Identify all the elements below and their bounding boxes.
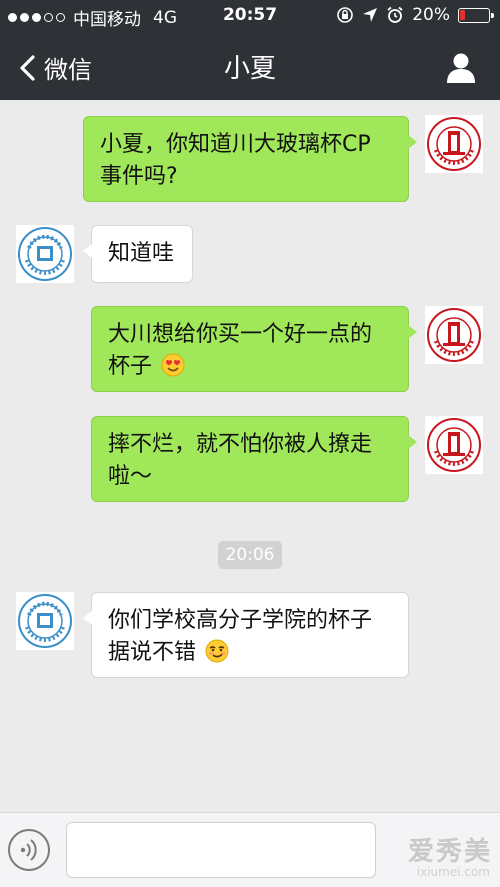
- sichuan-university-logo[interactable]: [425, 115, 483, 173]
- sichuan-university-seal-icon: [427, 117, 481, 171]
- message-line-with-emoji: 据说不错: [108, 637, 394, 669]
- smirk-emoji: [205, 639, 229, 663]
- input-bar: 爱秀美 ixiumei.com: [0, 812, 500, 887]
- message-bubble-received[interactable]: 知道哇: [83, 225, 193, 283]
- message-line: 据说不错: [108, 640, 197, 665]
- battery-percent: 20%: [412, 5, 450, 25]
- message-line: 你们学校高分子学院的杯子: [108, 608, 373, 633]
- sichuan-university-seal-icon: [427, 308, 481, 362]
- message-bubble-sent[interactable]: 小夏，你知道川大玻璃杯CP 事件吗?: [83, 116, 417, 202]
- message-line: 大川想给你买一个好一点的: [108, 322, 373, 347]
- location-icon: [363, 8, 378, 22]
- sichuan-university-logo[interactable]: [425, 306, 483, 364]
- status-right: 20%: [336, 5, 494, 25]
- message-line: 摔不烂，就不怕你被人撩走: [108, 432, 373, 457]
- message-line: 杯子: [108, 354, 153, 379]
- message-bubble-sent[interactable]: 摔不烂，就不怕你被人撩走 啦～: [91, 416, 417, 502]
- message-line: 事件吗?: [100, 164, 178, 189]
- message-line-with-emoji: 杯子: [108, 351, 394, 383]
- message-bubble-received[interactable]: 你们学校高分子学院的杯子 据说不错: [83, 592, 409, 678]
- message-line: 小夏，你知道川大玻璃杯CP: [100, 132, 371, 157]
- alarm-icon: [387, 6, 403, 23]
- message-text-input[interactable]: [66, 822, 376, 878]
- message-line: 啦～: [108, 464, 153, 489]
- sichuan-university-seal-icon: [427, 418, 481, 472]
- timestamp-label: 20:06: [218, 541, 282, 569]
- xiamen-university-seal-icon: [18, 227, 72, 281]
- nav-bar: 微信 小夏: [0, 32, 500, 100]
- person-icon[interactable]: [444, 50, 478, 84]
- chat-title: 小夏: [223, 54, 276, 84]
- heart-eyes-emoji: [161, 353, 185, 377]
- status-bar: 中国移动 4G 20:57 20%: [0, 0, 500, 32]
- chat-area[interactable]: 小夏，你知道川大玻璃杯CP 事件吗? 知道哇 大川想给你买一个好一点的 杯子 摔…: [0, 100, 500, 812]
- voice-icon: [20, 839, 37, 861]
- message-line: 知道哇: [108, 241, 175, 266]
- battery-fill: [460, 9, 465, 20]
- xiamen-university-logo[interactable]: [16, 225, 74, 283]
- sichuan-university-logo[interactable]: [425, 416, 483, 474]
- message-bubble-sent[interactable]: 大川想给你买一个好一点的 杯子: [91, 306, 417, 392]
- xiamen-university-seal-icon: [18, 594, 72, 648]
- battery-icon: [458, 7, 494, 23]
- voice-input-button[interactable]: [8, 829, 50, 871]
- watermark-url: ixiumei.com: [416, 865, 490, 879]
- xiamen-university-logo[interactable]: [16, 592, 74, 650]
- rotation-lock-icon: [337, 7, 354, 23]
- top-bar: 中国移动 4G 20:57 20% 微信 小夏: [0, 0, 500, 100]
- watermark-text: 爱秀美: [407, 837, 492, 867]
